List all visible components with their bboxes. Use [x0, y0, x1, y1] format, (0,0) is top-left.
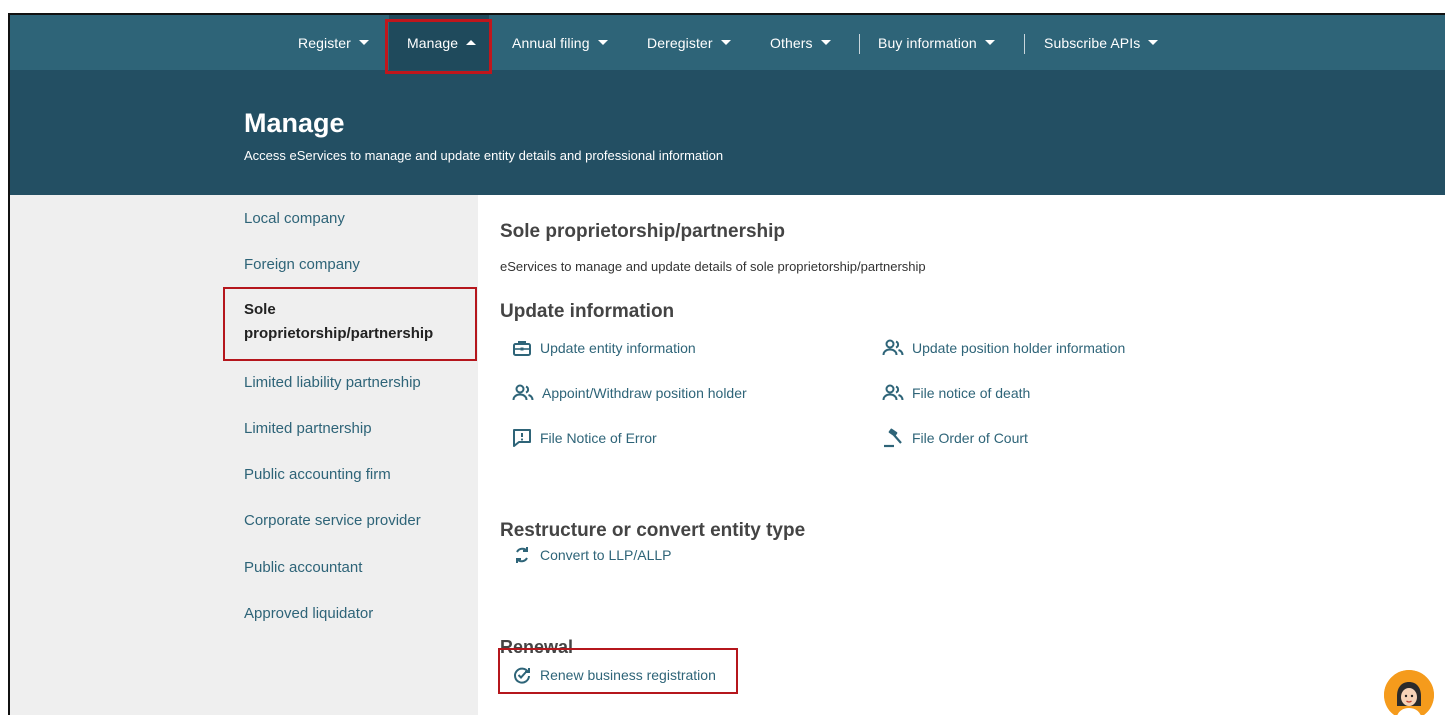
nav-buy-information[interactable]: Buy information	[878, 15, 995, 70]
appoint-withdraw-position-holder-link[interactable]: Appoint/Withdraw position holder	[512, 384, 747, 402]
users-icon	[882, 339, 904, 356]
briefcase-icon	[513, 341, 531, 356]
highlight-box-sole-proprietorship	[223, 287, 477, 361]
link-label: File notice of death	[912, 385, 1031, 401]
nav-subscribe-apis[interactable]: Subscribe APIs	[1044, 15, 1159, 70]
nav-divider	[859, 34, 860, 54]
link-label: File Order of Court	[912, 430, 1028, 446]
link-label: File Notice of Error	[540, 430, 657, 446]
file-notice-of-death-link[interactable]: File notice of death	[882, 384, 1030, 402]
sidebar-item-foreign-company[interactable]: Foreign company	[244, 256, 360, 273]
caret-down-icon	[1148, 40, 1159, 45]
update-position-holder-link[interactable]: Update position holder information	[882, 339, 1125, 357]
nav-buy-information-label: Buy information	[878, 34, 977, 51]
nav-others[interactable]: Others	[770, 15, 831, 70]
nav-register[interactable]: Register	[298, 15, 369, 70]
section-title: Sole proprietorship/partnership	[500, 221, 786, 242]
chat-assistant-button[interactable]	[1384, 670, 1434, 715]
update-information-heading: Update information	[500, 301, 675, 322]
sidebar-item-limited-liability-partnership[interactable]: Limited liability partnership	[244, 374, 421, 391]
highlight-box-renew	[498, 648, 738, 694]
users-icon	[512, 384, 534, 401]
alert-message-icon	[513, 429, 531, 447]
sidebar-item-approved-liquidator[interactable]: Approved liquidator	[244, 605, 373, 622]
nav-others-label: Others	[770, 34, 813, 51]
nav-divider	[1024, 34, 1025, 54]
sidebar: Local company Foreign company Sole propr…	[10, 195, 478, 715]
main-content: Sole proprietorship/partnership eService…	[478, 195, 1445, 715]
top-navigation: Register Manage Annual filing Deregister…	[10, 15, 1445, 70]
page-title: Manage	[244, 108, 345, 138]
browser-viewport: Register Manage Annual filing Deregister…	[8, 13, 1445, 715]
caret-down-icon	[820, 40, 831, 45]
link-label: Update position holder information	[912, 340, 1126, 356]
nav-annual-filing-label: Annual filing	[512, 34, 590, 51]
file-notice-of-error-link[interactable]: File Notice of Error	[512, 428, 657, 448]
nav-register-label: Register	[298, 34, 351, 51]
update-entity-information-link[interactable]: Update entity information	[512, 339, 696, 357]
caret-down-icon	[358, 40, 369, 45]
section-description: eServices to manage and update details o…	[500, 259, 926, 274]
nav-deregister-label: Deregister	[647, 34, 713, 51]
assistant-avatar-icon	[1384, 670, 1434, 715]
sync-icon	[516, 547, 528, 563]
sidebar-item-corporate-service-provider[interactable]: Corporate service provider	[244, 512, 421, 529]
file-order-of-court-link[interactable]: File Order of Court	[882, 428, 1028, 448]
sidebar-item-limited-partnership[interactable]: Limited partnership	[244, 420, 372, 437]
convert-to-llp-link[interactable]: Convert to LLP/ALLP	[512, 545, 672, 565]
page-header: Manage Access eServices to manage and up…	[10, 70, 1445, 195]
sidebar-item-public-accountant[interactable]: Public accountant	[244, 559, 362, 576]
sidebar-item-local-company[interactable]: Local company	[244, 210, 345, 227]
gavel-icon	[884, 428, 902, 448]
sidebar-item-public-accounting-firm[interactable]: Public accounting firm	[244, 466, 391, 483]
highlight-box-manage	[385, 19, 492, 74]
nav-annual-filing[interactable]: Annual filing	[512, 15, 608, 70]
link-label: Convert to LLP/ALLP	[540, 547, 672, 563]
users-icon	[882, 384, 904, 401]
caret-down-icon	[720, 40, 731, 45]
restructure-heading: Restructure or convert entity type	[500, 520, 806, 541]
nav-deregister[interactable]: Deregister	[647, 15, 731, 70]
nav-subscribe-apis-label: Subscribe APIs	[1044, 34, 1141, 51]
caret-down-icon	[597, 40, 608, 45]
link-label: Appoint/Withdraw position holder	[542, 385, 747, 401]
caret-down-icon	[984, 40, 995, 45]
page-subtitle: Access eServices to manage and update en…	[244, 148, 724, 163]
link-label: Update entity information	[540, 340, 696, 356]
